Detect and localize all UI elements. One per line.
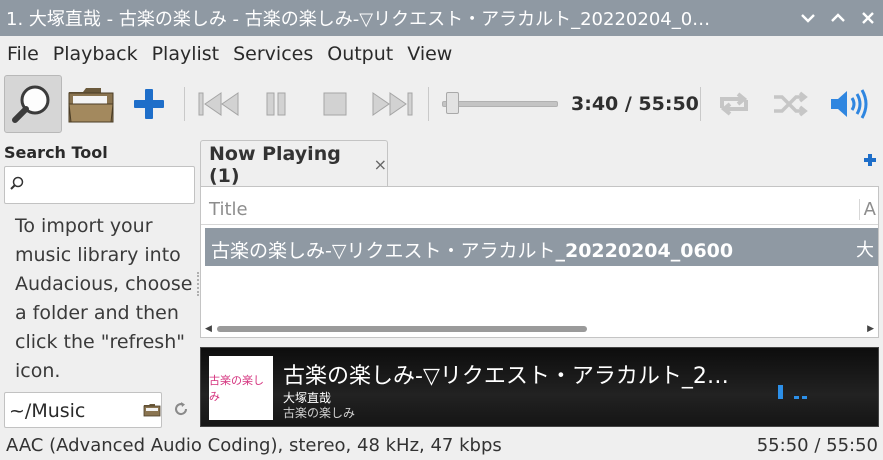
volume-button[interactable]	[826, 84, 872, 124]
stop-icon	[323, 92, 347, 116]
add-icon	[134, 89, 164, 119]
title-bar: 1. 大塚直哉 - 古楽の楽しみ - 古楽の楽しみ-▽リクエスト・アラカルト_2…	[0, 0, 883, 36]
seek-slider-handle[interactable]	[446, 92, 459, 114]
search-input[interactable]	[29, 173, 189, 197]
next-button[interactable]	[368, 86, 416, 122]
status-bar: AAC (Advanced Audio Coding), stereo, 48 …	[0, 432, 883, 460]
shuffle-button[interactable]	[770, 86, 812, 122]
close-icon[interactable]	[858, 8, 878, 28]
add-files-button[interactable]	[128, 84, 170, 124]
scroll-right-icon[interactable]: ▶	[867, 324, 874, 334]
search-icon	[9, 176, 25, 196]
column-header-artist[interactable]: A	[858, 199, 876, 220]
horizontal-scrollbar[interactable]: ◀ ▶	[203, 322, 876, 336]
next-icon	[372, 92, 413, 116]
now-playing-album: 古楽の楽しみ	[283, 406, 356, 420]
repeat-icon	[720, 92, 748, 116]
playlist-header: Title A	[201, 187, 878, 225]
menu-file[interactable]: File	[0, 43, 46, 65]
shuffle-icon	[774, 91, 808, 117]
info-area: 古楽の楽しみ 古楽の楽しみ-▽リクエスト・アラカルト_2… 大塚直哉 古楽の楽し…	[200, 347, 879, 427]
album-art: 古楽の楽しみ	[209, 356, 273, 420]
menu-output[interactable]: Output	[320, 43, 400, 65]
search-tool-button[interactable]	[4, 75, 62, 133]
length-info: 55:50 / 55:50	[756, 435, 878, 456]
stop-button[interactable]	[316, 86, 354, 122]
toolbar: 3:40 / 55:50	[0, 72, 883, 136]
search-tool-box[interactable]	[4, 166, 195, 204]
tab-now-playing[interactable]: Now Playing (1) ×	[200, 140, 388, 188]
pause-button[interactable]	[258, 86, 294, 122]
menu-view[interactable]: View	[400, 43, 459, 65]
menu-bar: File Playback Playlist Services Output V…	[0, 36, 883, 72]
seek-track[interactable]	[442, 101, 558, 107]
row-title: 古楽の楽しみ-▽リクエスト・アラカルト_20220204_0600	[211, 240, 734, 262]
album-art-text: 古楽の楽しみ	[209, 374, 264, 403]
visualizer-bars	[778, 385, 807, 399]
search-tool-help-text: To import your music library into Audaci…	[15, 215, 193, 382]
codec-info: AAC (Advanced Audio Coding), stereo, 48 …	[6, 435, 502, 456]
scrollbar-thumb[interactable]	[217, 326, 587, 332]
choose-folder-icon[interactable]	[143, 402, 161, 421]
pause-icon	[266, 92, 286, 116]
time-display: 3:40 / 55:50	[571, 93, 699, 115]
scroll-left-icon[interactable]: ◀	[205, 324, 212, 334]
library-path-field[interactable]: ~/Music	[4, 392, 162, 428]
tab-label: Now Playing (1)	[209, 142, 341, 187]
previous-button[interactable]	[196, 86, 242, 122]
menu-playlist[interactable]: Playlist	[145, 43, 227, 65]
open-files-button[interactable]	[66, 78, 116, 130]
now-playing-title: 古楽の楽しみ-▽リクエスト・アラカルト_2…	[283, 364, 729, 389]
repeat-button[interactable]	[714, 86, 754, 122]
window-title: 1. 大塚直哉 - 古楽の楽しみ - 古楽の楽しみ-▽リクエスト・アラカルト_2…	[6, 9, 711, 30]
search-tool-title: Search Tool	[4, 143, 108, 162]
close-tab-icon[interactable]: ×	[374, 155, 387, 174]
open-folder-icon	[68, 88, 114, 123]
menu-services[interactable]: Services	[226, 43, 320, 65]
table-row[interactable]: 古楽の楽しみ-▽リクエスト・アラカルト_20220204_0600 大	[205, 228, 878, 266]
chevron-up-icon[interactable]	[828, 8, 848, 28]
refresh-icon[interactable]	[172, 400, 190, 422]
row-artist: 大	[856, 240, 874, 261]
search-tool-icon	[12, 85, 50, 123]
playlist-view[interactable]: Title A 古楽の楽しみ-▽リクエスト・アラカルト_20220204_060…	[200, 186, 879, 338]
column-header-title[interactable]: Title	[209, 199, 248, 220]
chevron-down-icon[interactable]	[798, 8, 818, 28]
volume-icon	[831, 89, 868, 119]
playlist-tabs: Now Playing (1) ×	[200, 140, 883, 188]
new-playlist-icon[interactable]	[863, 152, 877, 171]
menu-playback[interactable]: Playback	[46, 43, 145, 65]
previous-icon	[198, 92, 239, 116]
